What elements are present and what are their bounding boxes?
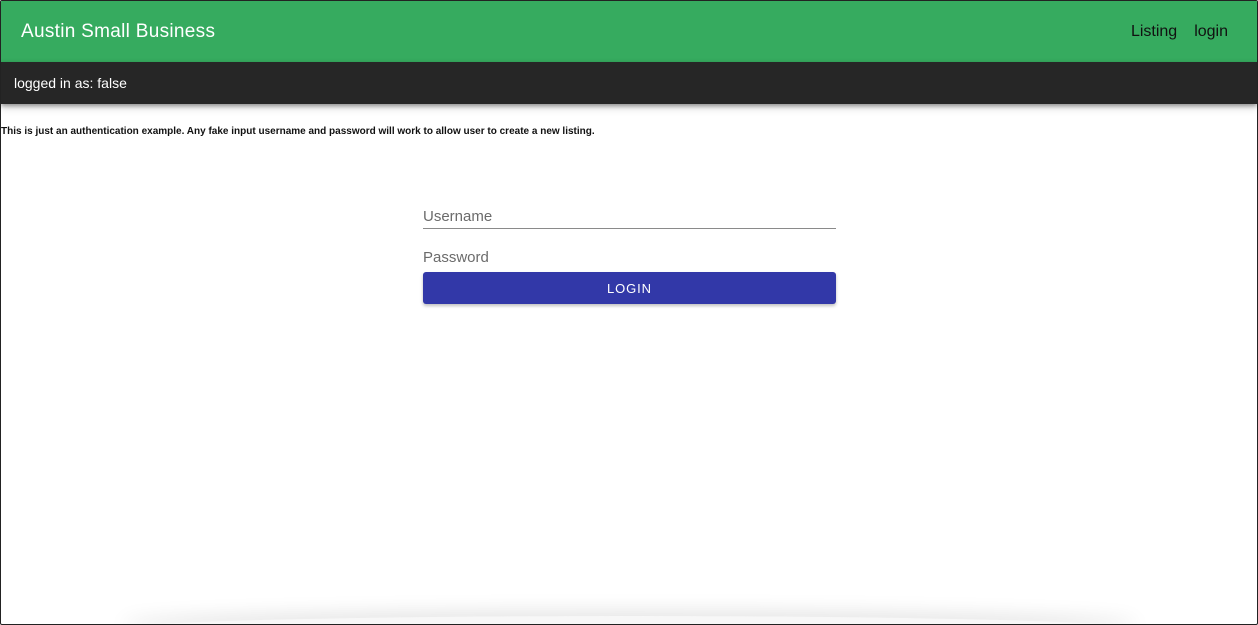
nav-link-listing[interactable]: Listing	[1131, 23, 1177, 41]
password-field-wrapper	[423, 244, 836, 270]
username-input[interactable]	[423, 201, 836, 228]
bottom-edge-shadow	[121, 616, 1139, 624]
login-form: LOGIN	[423, 201, 836, 304]
login-button[interactable]: LOGIN	[423, 272, 836, 304]
username-field-wrapper	[423, 201, 836, 229]
nav-link-login[interactable]: login	[1194, 23, 1228, 41]
main-nav: Listing login	[1131, 23, 1228, 41]
app-bar: Austin Small Business Listing login	[1, 1, 1257, 62]
app-title: Austin Small Business	[21, 20, 216, 42]
auth-notice: This is just an authentication example. …	[1, 126, 595, 137]
password-input[interactable]	[423, 244, 836, 270]
login-status-bar: logged in as: false	[1, 62, 1257, 104]
page-frame: Austin Small Business Listing login logg…	[0, 0, 1258, 625]
login-status-text: logged in as: false	[14, 75, 127, 91]
